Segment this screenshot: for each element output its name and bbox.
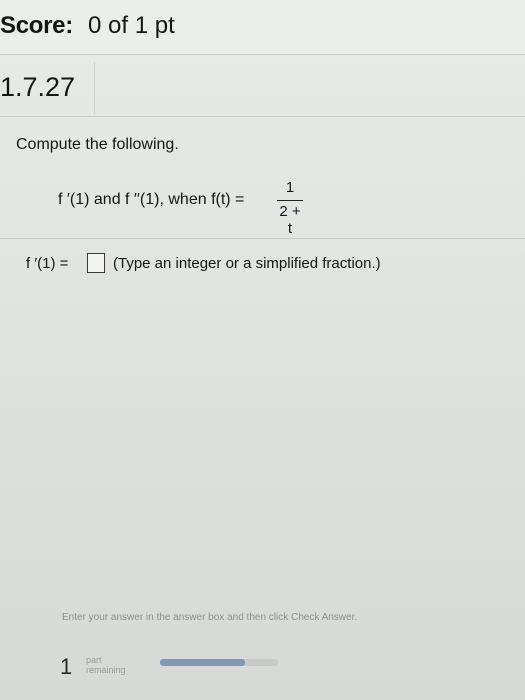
question-id: 1.7.27 <box>0 72 76 102</box>
answer-input[interactable] <box>87 253 105 273</box>
fraction-numerator: 1 <box>285 179 295 196</box>
parts-remaining-count: 1 <box>60 654 73 679</box>
parts-label-remaining: remaining <box>86 665 126 675</box>
function-fraction: 1 2 + t <box>277 179 303 237</box>
footer-instruction: Enter your answer in the answer box and … <box>62 612 358 623</box>
score-value: 0 of 1 pt <box>88 12 175 39</box>
progress-bar <box>160 659 278 666</box>
question-prompt: Compute the following. <box>16 136 179 153</box>
divider <box>94 62 95 114</box>
score-bar: Score: 0 of 1 pt <box>0 0 525 55</box>
divider <box>0 238 525 239</box>
divider <box>0 116 525 117</box>
answer-label: f ′(1) = <box>26 255 69 272</box>
fraction-bar <box>277 200 303 201</box>
homework-page: Score: 0 of 1 pt 1.7.27 Compute the foll… <box>0 0 525 700</box>
score-label: Score: <box>0 12 73 39</box>
parts-label-part: part <box>86 655 102 665</box>
progress-fill <box>160 659 245 666</box>
fraction-denominator: 2 + t <box>279 203 301 237</box>
answer-hint: (Type an integer or a simplified fractio… <box>113 255 381 272</box>
problem-statement: f ′(1) and f ′′(1), when f(t) = <box>58 191 245 208</box>
parts-remaining-label: part remaining <box>86 655 126 675</box>
